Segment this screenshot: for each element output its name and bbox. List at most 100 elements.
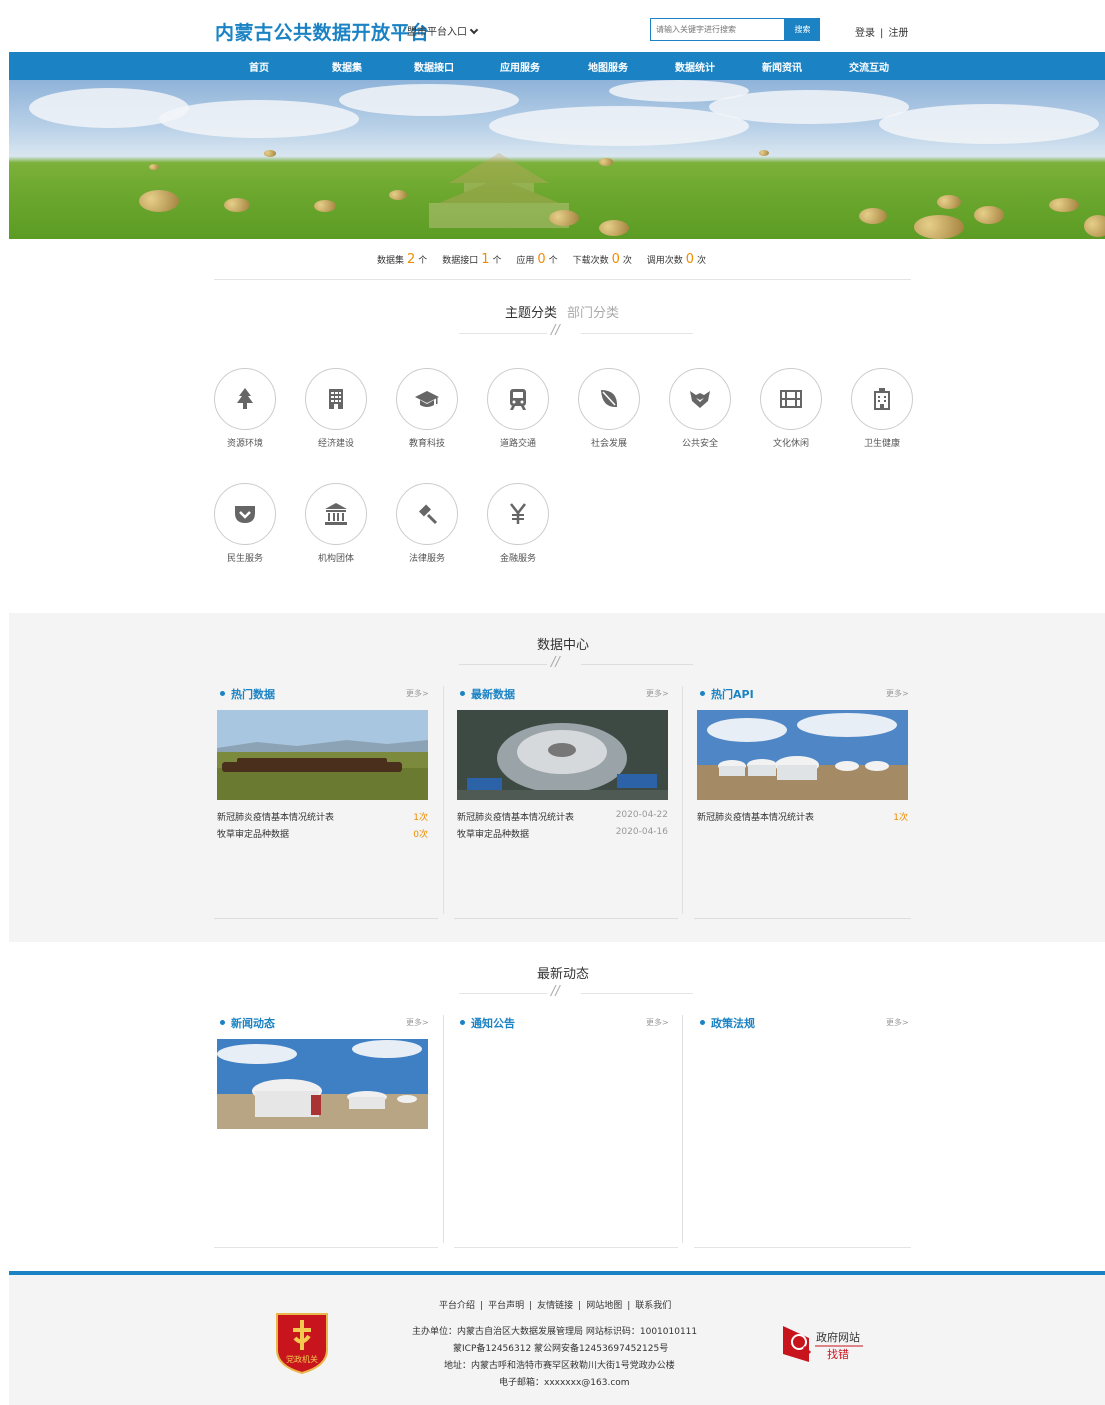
auth-separator: | xyxy=(880,28,884,39)
category-legal[interactable]: 法律服务 xyxy=(396,483,458,564)
login-link[interactable]: 登录 xyxy=(855,28,875,39)
notices-more-link[interactable]: 更多> xyxy=(646,1017,669,1028)
tab-theme[interactable]: 主题分类 xyxy=(505,306,557,321)
category-livelihood[interactable]: 民生服务 xyxy=(214,483,276,564)
category-public-safety[interactable]: 公共安全 xyxy=(669,368,731,449)
tab-department[interactable]: 部门分类 xyxy=(567,306,619,321)
nav-item-data-api[interactable]: 数据接口 xyxy=(414,59,454,74)
category-transport[interactable]: 道路交通 xyxy=(487,368,549,449)
divider xyxy=(454,918,678,919)
stat-label: 数据集 xyxy=(377,256,405,266)
party-gov-badge-icon[interactable]: 党政机关 xyxy=(275,1310,329,1374)
data-row-date: 2020-04-16 xyxy=(615,827,668,837)
stat-datasets: 数据集 2 个 xyxy=(377,252,427,267)
category-finance[interactable]: 金融服务 xyxy=(487,483,549,564)
policies-title[interactable]: 政策法规 xyxy=(700,1015,755,1031)
badge-text: 党政机关 xyxy=(286,1354,318,1364)
footer-links: 平台介绍 | 平台声明 | 友情链接 | 网站地图 | 联系我们 xyxy=(439,1298,671,1311)
gov-find-subtitle: 找错 xyxy=(827,1348,849,1361)
film-icon xyxy=(780,390,802,408)
hospital-icon xyxy=(874,388,890,410)
category-institutions[interactable]: 机构团体 xyxy=(305,483,367,564)
category-culture[interactable]: 文化休闲 xyxy=(760,368,822,449)
category-resource-env[interactable]: 资源环境 xyxy=(214,368,276,449)
category-label: 文化休闲 xyxy=(772,439,809,449)
divider xyxy=(214,279,911,280)
bullet-icon xyxy=(700,1020,705,1025)
policies-more-link[interactable]: 更多> xyxy=(886,1017,909,1028)
data-row-count: 0次 xyxy=(413,830,428,840)
hot-api-title[interactable]: 热门API xyxy=(700,686,754,702)
divider xyxy=(459,664,547,665)
column-divider xyxy=(682,686,683,914)
nav-item-interaction[interactable]: 交流互动 xyxy=(849,59,889,74)
latest-data-more-link[interactable]: 更多> xyxy=(646,688,669,699)
register-link[interactable]: 注册 xyxy=(888,28,908,39)
gov-website-find-error[interactable]: 政府网站 找错 xyxy=(783,1326,873,1362)
footer-link-friends[interactable]: 友情链接 xyxy=(537,1301,573,1311)
city-platform-select[interactable]: 盟市平台入口 xyxy=(407,23,479,38)
divider xyxy=(581,333,693,334)
city-select-label: 盟市平台入口 xyxy=(407,27,467,38)
nav-item-statistics[interactable]: 数据统计 xyxy=(675,59,715,74)
hot-data-more-link[interactable]: 更多> xyxy=(406,688,429,699)
hot-api-photo[interactable] xyxy=(697,710,908,800)
search-input[interactable] xyxy=(650,18,785,41)
hot-data-title[interactable]: 热门数据 xyxy=(220,686,275,702)
header: 内蒙古公共数据开放平台 盟市平台入口 搜索 登录 | 注册 xyxy=(9,0,1105,52)
latest-data-photo[interactable] xyxy=(457,710,668,800)
stat-unit: 次 xyxy=(622,256,632,266)
stats-bar: 数据集 2 个 数据接口 1 个 应用 0 个 下载次数 0 次 调用次数 0 次 xyxy=(377,252,718,267)
divider xyxy=(694,918,911,919)
data-row-link[interactable]: 牧草审定品种数据 xyxy=(457,827,529,840)
hot-data-photo[interactable] xyxy=(217,710,428,800)
category-health[interactable]: 卫生健康 xyxy=(851,368,913,449)
column-title-text: 新闻动态 xyxy=(231,1017,275,1030)
news-updates-title[interactable]: 新闻动态 xyxy=(220,1015,275,1031)
news-photo[interactable] xyxy=(217,1039,428,1129)
notices-title[interactable]: 通知公告 xyxy=(460,1015,515,1031)
data-row-link[interactable]: 新冠肺炎疫情基本情况统计表 xyxy=(217,810,334,823)
nav-item-app-services[interactable]: 应用服务 xyxy=(500,59,540,74)
footer-link-contact[interactable]: 联系我们 xyxy=(635,1301,671,1311)
news-updates-more-link[interactable]: 更多> xyxy=(406,1017,429,1028)
divider xyxy=(694,1247,911,1248)
stat-label: 调用次数 xyxy=(646,256,683,266)
pocket-icon xyxy=(235,506,255,523)
bullet-icon xyxy=(700,691,705,696)
footer-link-statement[interactable]: 平台声明 xyxy=(488,1301,524,1311)
page: 内蒙古公共数据开放平台 盟市平台入口 搜索 登录 | 注册 首页 数据集 数据接口 … xyxy=(9,0,1105,1405)
category-economy[interactable]: 经济建设 xyxy=(305,368,367,449)
latest-data-title[interactable]: 最新数据 xyxy=(460,686,515,702)
gavel-icon xyxy=(418,504,438,525)
footer-email: 电子邮箱：xxxxxxx@163.com xyxy=(499,1378,630,1388)
footer-link-about[interactable]: 平台介绍 xyxy=(439,1301,475,1311)
search-button[interactable]: 搜索 xyxy=(785,18,820,41)
stat-value: 0 xyxy=(537,252,546,267)
nav-item-map-services[interactable]: 地图服务 xyxy=(588,59,628,74)
data-row-link[interactable]: 牧草审定品种数据 xyxy=(217,827,289,840)
building-icon xyxy=(329,389,343,409)
stat-apis: 数据接口 1 个 xyxy=(442,252,501,267)
stat-label: 数据接口 xyxy=(442,256,479,266)
hot-api-more-link[interactable]: 更多> xyxy=(886,688,909,699)
stat-value: 0 xyxy=(685,252,695,267)
hero-banner-grassland xyxy=(9,80,1105,239)
data-row-link[interactable]: 新冠肺炎疫情基本情况统计表 xyxy=(697,810,814,823)
category-label: 道路交通 xyxy=(499,439,536,449)
stat-unit: 次 xyxy=(697,256,707,266)
site-title[interactable]: 内蒙古公共数据开放平台 xyxy=(215,18,430,45)
divider xyxy=(214,1247,438,1248)
nav-item-datasets[interactable]: 数据集 xyxy=(332,59,362,74)
divider xyxy=(214,918,438,919)
stat-apps: 应用 0 个 xyxy=(516,252,557,267)
footer-link-sitemap[interactable]: 网站地图 xyxy=(586,1301,622,1311)
data-center-title: 数据中心 xyxy=(537,638,590,653)
category-social[interactable]: 社会发展 xyxy=(578,368,640,449)
data-row-link[interactable]: 新冠肺炎疫情基本情况统计表 xyxy=(457,810,574,823)
category-education[interactable]: 教育科技 xyxy=(396,368,458,449)
nav-item-news[interactable]: 新闻资讯 xyxy=(762,59,802,74)
nav-item-home[interactable]: 首页 xyxy=(249,59,269,74)
category-label: 金融服务 xyxy=(499,554,536,564)
column-divider xyxy=(443,686,444,914)
